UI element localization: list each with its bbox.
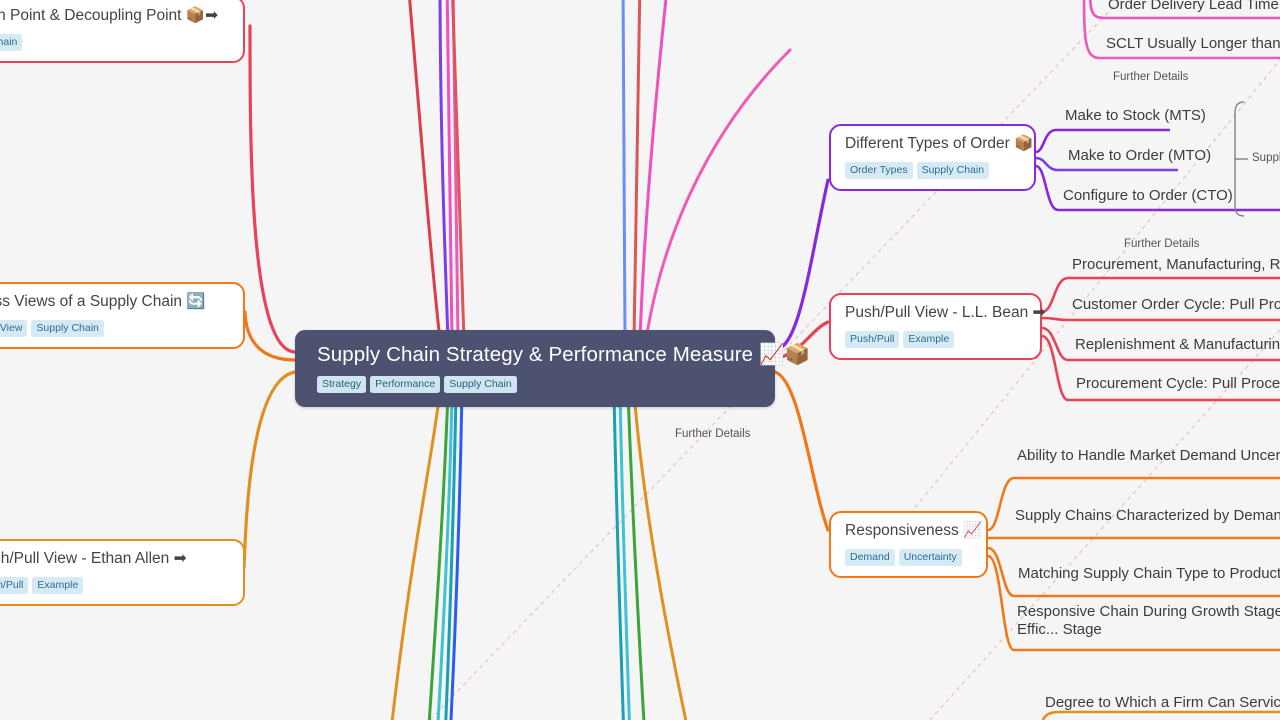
leaf-degree-firm-service-customer[interactable]: Degree to Which a Firm Can Service Cu... (1045, 694, 1280, 712)
further-details-center: Further Details (675, 428, 751, 440)
leaf-procurement-cycle[interactable]: Procurement Cycle: Pull Process (1076, 375, 1280, 393)
node-decoupling-point-label: ...ration Point & Decoupling Point 📦➡ (0, 7, 219, 24)
node-responsiveness-tags: Demand Uncertainty (845, 547, 972, 566)
leaf-handle-market-demand-uncertainty[interactable]: Ability to Handle Market Demand Uncertai… (1017, 447, 1280, 465)
tag-example: Example (32, 576, 84, 594)
tag-example: Example (903, 330, 955, 348)
tag-push-pull: Push/Pull (0, 576, 29, 594)
tag-process-view: Process View (0, 319, 28, 337)
node-process-views-label: Process Views of a Supply Chain 🔄 (0, 293, 206, 310)
tag-supply-chain: Supply Chain (916, 161, 990, 179)
node-different-types-of-order-tags: Order Types Supply Chain (845, 160, 1020, 179)
node-different-types-of-order[interactable]: Different Types of Order 📦 Order Types Su… (829, 124, 1036, 191)
central-node[interactable]: Supply Chain Strategy & Performance Meas… (295, 330, 811, 407)
leaf-procurement-manufacturing-replenishment[interactable]: Procurement, Manufacturing, Repl... (1072, 256, 1280, 274)
node-push-pull-ethan-allen-label: Push/Pull View - Ethan Allen ➡ (0, 550, 187, 567)
central-node-title: Supply Chain Strategy & Performance Meas… (317, 343, 811, 366)
branch-curves-top (408, 0, 792, 342)
leaf-matching-supply-chain-type[interactable]: Matching Supply Chain Type to Product Ch… (1018, 565, 1280, 583)
node-decoupling-point[interactable]: ...ration Point & Decoupling Point 📦➡ ..… (0, 0, 245, 63)
tag-supply-chain: ...pply Chain (0, 33, 23, 51)
leaf-configure-to-order[interactable]: Configure to Order (CTO) (1063, 187, 1233, 205)
node-push-pull-ll-bean-label: Push/Pull View - L.L. Bean ➡ (845, 304, 1046, 321)
tag-push-pull: Push/Pull (845, 330, 900, 348)
tag-uncertainty: Uncertainty (898, 548, 962, 566)
node-different-types-of-order-label: Different Types of Order 📦 (845, 135, 1034, 152)
subcurves-service-level (1041, 710, 1280, 720)
node-push-pull-ll-bean[interactable]: Push/Pull View - L.L. Bean ➡ Push/Pull Ex… (829, 293, 1046, 360)
leaf-customer-order-cycle[interactable]: Customer Order Cycle: Pull Process (1072, 296, 1280, 314)
node-push-pull-ll-bean-tags: Push/Pull Example (845, 329, 1026, 348)
leaf-order-delivery-lead-time-dictates[interactable]: Order Delivery Lead Time Dic... (1108, 0, 1280, 14)
node-process-views-tags: Process ViewSupply Chain (0, 318, 229, 337)
leaf-replenishment-manufacturing-cycle[interactable]: Replenishment & Manufacturing Cy... (1075, 336, 1280, 354)
node-process-views[interactable]: Process Views of a Supply Chain 🔄 Proces… (0, 282, 245, 349)
order-types-group-label: Suppl... (1252, 152, 1280, 164)
order-types-group-bracket (1234, 101, 1248, 217)
mindmap-canvas: Supply Chain Strategy & Performance Meas… (0, 0, 1280, 720)
further-details-order-types: Further Details (1124, 238, 1200, 250)
tag-performance: Performance (370, 375, 441, 393)
node-push-pull-ethan-allen-tags: Push/PullExample (0, 575, 229, 594)
tag-supply-chain: Supply Chain (444, 375, 517, 393)
leaf-make-to-stock[interactable]: Make to Stock (MTS) (1065, 107, 1206, 125)
branch-curves-bottom (390, 390, 688, 720)
node-responsiveness-label: Responsiveness 📈 (845, 522, 983, 539)
tag-strategy: Strategy (317, 375, 367, 393)
branch-curves-left (242, 24, 297, 570)
leaf-sclt-longer-than-order[interactable]: SCLT Usually Longer than Ord... (1106, 35, 1280, 53)
tag-order-types: Order Types (845, 161, 913, 179)
further-details-lead-time: Further Details (1113, 71, 1189, 83)
leaf-responsive-chain-growth-stage[interactable]: Responsive Chain During Growth Stage, Ef… (1017, 603, 1280, 640)
node-push-pull-ethan-allen[interactable]: Push/Pull View - Ethan Allen ➡ Push/Pull… (0, 539, 245, 606)
node-decoupling-point-tags: ...pply Chain (0, 32, 229, 51)
tag-demand: Demand (845, 548, 895, 566)
leaf-supply-chains-demand-uncertainty[interactable]: Supply Chains Characterized by Demand Un… (1015, 507, 1280, 525)
node-responsiveness[interactable]: Responsiveness 📈 Demand Uncertainty (829, 511, 988, 578)
leaf-make-to-order[interactable]: Make to Order (MTO) (1068, 147, 1211, 165)
tag-supply-chain: Supply Chain (31, 319, 104, 337)
central-node-tags: Strategy Performance Supply Chain (317, 374, 753, 393)
